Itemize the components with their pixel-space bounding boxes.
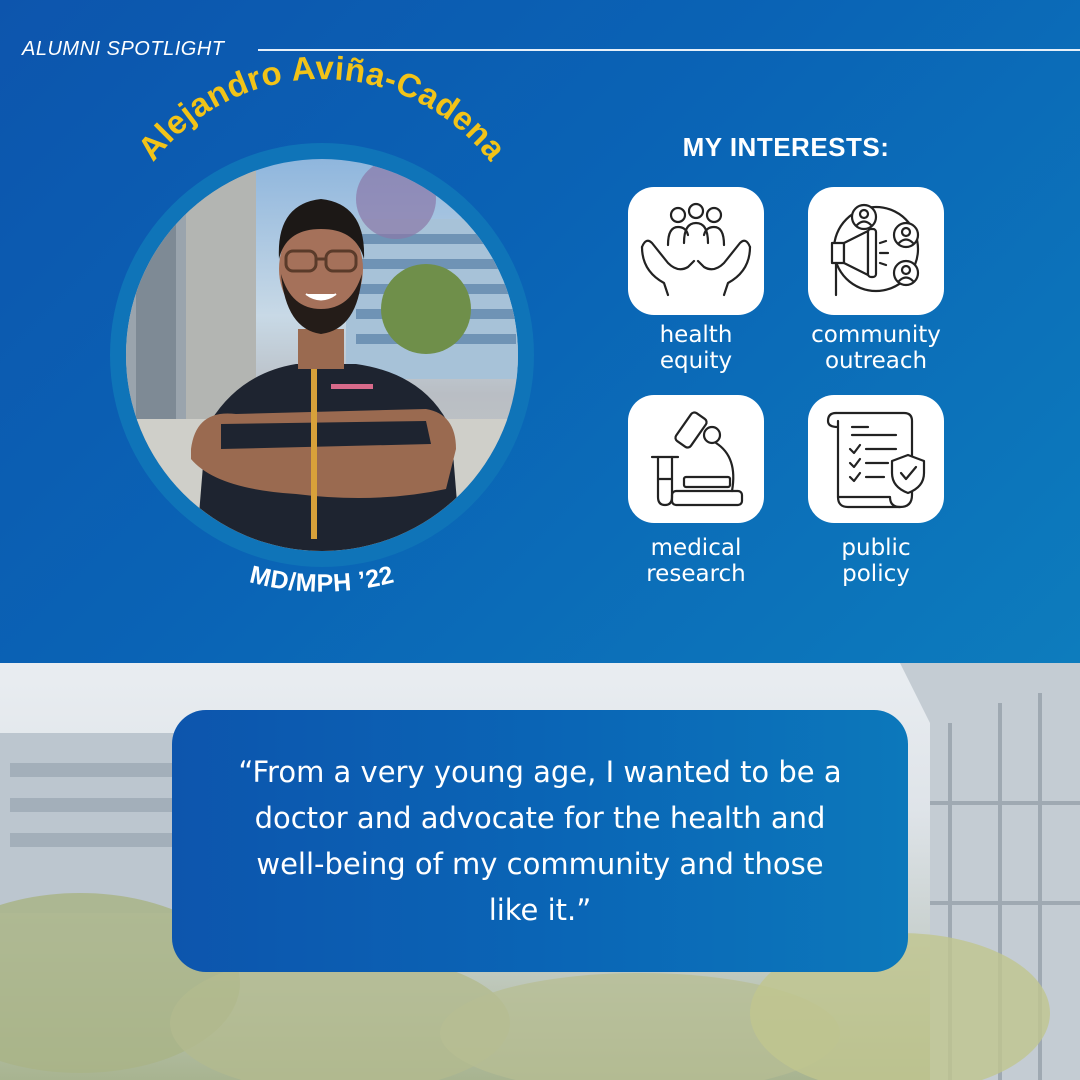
interest-label-public-policy: public policy (786, 535, 966, 587)
interest-label-line2: research (646, 561, 746, 587)
interest-label-line1: health (659, 322, 733, 348)
hands-people-icon (640, 202, 752, 297)
alumni-degree: MD/MPH ’22 (247, 561, 396, 598)
megaphone-network-icon (830, 203, 920, 297)
microscope-icon (650, 411, 744, 507)
interest-tile-health-equity (628, 187, 764, 315)
interest-label-health-equity: health equity (606, 322, 786, 374)
interest-tile-community-outreach (808, 187, 944, 315)
interest-tile-public-policy (808, 395, 944, 523)
quote-card: “From a very young age, I wanted to be a… (172, 710, 908, 972)
svg-text:Alejandro Aviña-Cadena: Alejandro Aviña-Cadena (130, 49, 514, 167)
alumni-quote: “From a very young age, I wanted to be a… (238, 755, 842, 927)
alumni-name: Alejandro Aviña-Cadena (130, 49, 513, 167)
policy-scroll-icon (826, 411, 926, 509)
interests-heading: MY INTERESTS: (682, 132, 890, 162)
interest-label-medical-research: medical research (606, 535, 786, 587)
interest-label-community-outreach: community outreach (786, 322, 966, 374)
interest-label-line2: outreach (824, 348, 928, 374)
interest-label-line2: policy (842, 561, 910, 587)
interest-tile-medical-research (628, 395, 764, 523)
interest-label-line1: community (811, 322, 941, 348)
svg-text:MD/MPH ’22: MD/MPH ’22 (247, 561, 397, 598)
interest-label-line1: medical (650, 535, 742, 561)
interest-label-line1: public (841, 535, 911, 561)
interest-label-line2: equity (659, 348, 733, 374)
spotlight-panel: ALUMNI SPOTLIGHT Alejandro Aviña-Cadena … (0, 0, 1080, 663)
